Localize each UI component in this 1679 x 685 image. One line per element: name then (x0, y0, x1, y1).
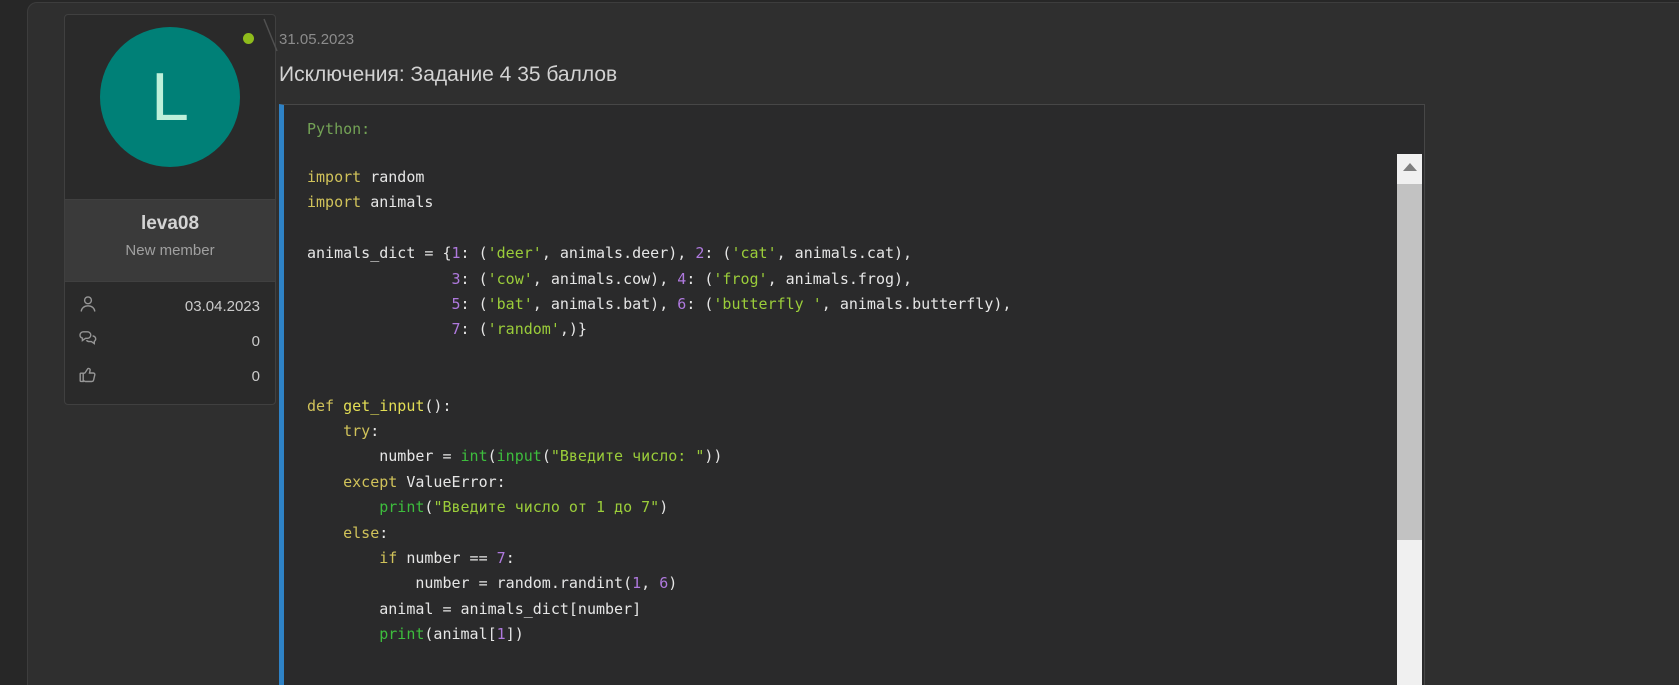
code-line: if number == 7: (307, 546, 1384, 571)
scroll-up-arrow-icon (1403, 163, 1417, 171)
code-line: 5: ('bat', animals.bat), 6: ('butterfly … (307, 292, 1384, 317)
username-strip: leva08 New member (65, 199, 275, 282)
code-line: import random (307, 165, 1384, 190)
code-line: print(animal[1]) (307, 622, 1384, 647)
code-line: number = int(input("Введите число: ")) (307, 444, 1384, 469)
avatar-section: L (65, 15, 275, 199)
code-line: number = random.randint(1, 6) (307, 571, 1384, 596)
reaction-score: 0 (252, 368, 260, 385)
user-stat-row: 03.04.2023 (78, 293, 260, 320)
code-line (307, 368, 1384, 393)
code-line: animals_dict = {1: ('deer', animals.deer… (307, 241, 1384, 266)
code-line: def get_input(): (307, 394, 1384, 419)
comments-icon (78, 329, 100, 354)
thumbs-up-icon (78, 364, 98, 389)
scrollbar[interactable] (1397, 154, 1422, 685)
code-line: 7: ('random',)} (307, 317, 1384, 342)
code-language-label: Python: (307, 120, 370, 138)
code-line: import animals (307, 190, 1384, 215)
code-header: Python: (284, 105, 1424, 154)
code-line: 3: ('cow', animals.cow), 4: ('frog', ani… (307, 267, 1384, 292)
code-line: except ValueError: (307, 470, 1384, 495)
code-line: print("Введите число от 1 до 7") (307, 495, 1384, 520)
user-icon (78, 294, 98, 319)
post-container: L leva08 New member 03.04.2023 (27, 2, 1679, 685)
code-block: Python: import randomimport animals anima… (279, 104, 1425, 685)
avatar-arrow (262, 17, 280, 55)
user-role: New member (65, 242, 275, 259)
online-indicator-icon (243, 33, 254, 44)
code-line: try: (307, 419, 1384, 444)
avatar[interactable]: L (100, 27, 240, 167)
code-line: else: (307, 521, 1384, 546)
code-line: animal = animals_dict[number] (307, 597, 1384, 622)
code-line (307, 216, 1384, 241)
username-link[interactable]: leva08 (65, 213, 275, 235)
user-stat-row: 0 (78, 363, 260, 390)
user-cell: L leva08 New member 03.04.2023 (64, 14, 276, 405)
post-date[interactable]: 31.05.2023 (279, 31, 354, 48)
user-stat-row: 0 (78, 328, 260, 355)
code-line (307, 343, 1384, 368)
post-title: Исключения: Задание 4 35 баллов (279, 63, 617, 87)
member-since-value: 03.04.2023 (185, 298, 260, 315)
user-stats: 03.04.2023 0 0 (65, 282, 275, 390)
code-content[interactable]: import randomimport animals animals_dict … (284, 154, 1424, 685)
messages-count: 0 (252, 333, 260, 350)
scrollbar-thumb[interactable] (1397, 184, 1422, 540)
page-background: { "colors": { "accent_blue": "#2e82c6", … (0, 0, 1679, 685)
